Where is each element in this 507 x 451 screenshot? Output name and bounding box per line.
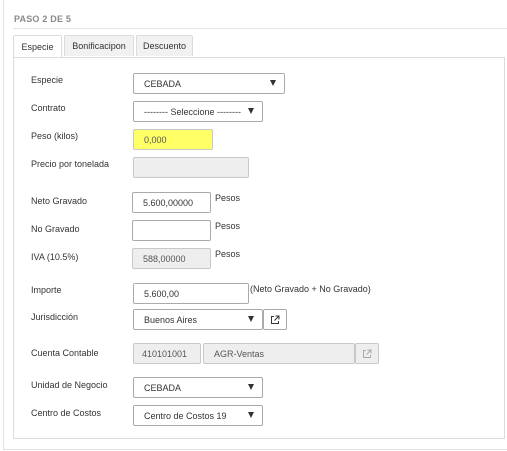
- importe-label: Importe: [31, 285, 62, 295]
- tab-descuento[interactable]: Descuento: [136, 35, 193, 56]
- neto-gravado-label: Neto Gravado: [31, 196, 88, 206]
- jurisdiccion-select[interactable]: Buenos Aires: [133, 309, 263, 330]
- no-gravado-suffix: Pesos: [215, 221, 241, 231]
- title-divider: [13, 28, 507, 29]
- precio-label: Precio por tonelada: [31, 159, 110, 169]
- peso-label: Peso (kilos): [31, 131, 79, 141]
- contrato-label: Contrato: [31, 103, 66, 113]
- chevron-down-icon: [248, 108, 254, 114]
- neto-gravado-suffix: Pesos: [215, 193, 241, 203]
- precio-input: [133, 157, 249, 178]
- iva-label: IVA (10.5%): [31, 252, 79, 262]
- neto-gravado-input[interactable]: 5.600,00000: [132, 192, 211, 213]
- centro-costos-value: Centro de Costos 19: [144, 410, 227, 421]
- chevron-down-icon: [248, 316, 254, 322]
- external-link-icon: [363, 349, 372, 358]
- centro-costos-label: Centro de Costos: [31, 408, 102, 418]
- jurisdiccion-label: Jurisdicción: [31, 312, 79, 322]
- chevron-down-icon: [248, 412, 254, 418]
- chevron-down-icon: [270, 80, 276, 86]
- unidad-negocio-label: Unidad de Negocio: [31, 380, 108, 390]
- external-link-icon: [271, 315, 280, 324]
- contrato-value: -------- Seleccione --------: [144, 106, 241, 117]
- iva-input: 588,00000: [132, 248, 211, 269]
- cuenta-contable-name: AGR-Ventas: [203, 343, 355, 364]
- iva-suffix: Pesos: [215, 249, 241, 259]
- cuenta-contable-code: 410101001: [133, 343, 201, 364]
- cuenta-contable-open-button: [355, 343, 379, 364]
- jurisdiccion-value: Buenos Aires: [144, 314, 198, 325]
- unidad-negocio-select[interactable]: CEBADA: [133, 377, 263, 398]
- step-title: PASO 2 DE 5: [14, 14, 72, 24]
- no-gravado-input[interactable]: [132, 220, 211, 241]
- peso-input[interactable]: 0,000: [133, 129, 213, 150]
- importe-input[interactable]: 5.600,00: [133, 283, 249, 304]
- no-gravado-label: No Gravado: [31, 224, 80, 234]
- unidad-negocio-value: CEBADA: [144, 382, 182, 393]
- centro-costos-select[interactable]: Centro de Costos 19: [133, 405, 263, 426]
- jurisdiccion-open-button[interactable]: [263, 309, 287, 330]
- especie-value: CEBADA: [144, 78, 182, 89]
- especie-select[interactable]: CEBADA: [133, 73, 285, 94]
- tab-especie[interactable]: Especie: [13, 35, 62, 58]
- tab-bonificacion[interactable]: Bonificacipon: [64, 35, 134, 56]
- importe-suffix: (Neto Gravado + No Gravado): [250, 284, 371, 294]
- cuenta-contable-label: Cuenta Contable: [31, 348, 99, 358]
- chevron-down-icon: [248, 384, 254, 390]
- contrato-select[interactable]: -------- Seleccione --------: [133, 101, 263, 122]
- especie-label: Especie: [31, 75, 64, 85]
